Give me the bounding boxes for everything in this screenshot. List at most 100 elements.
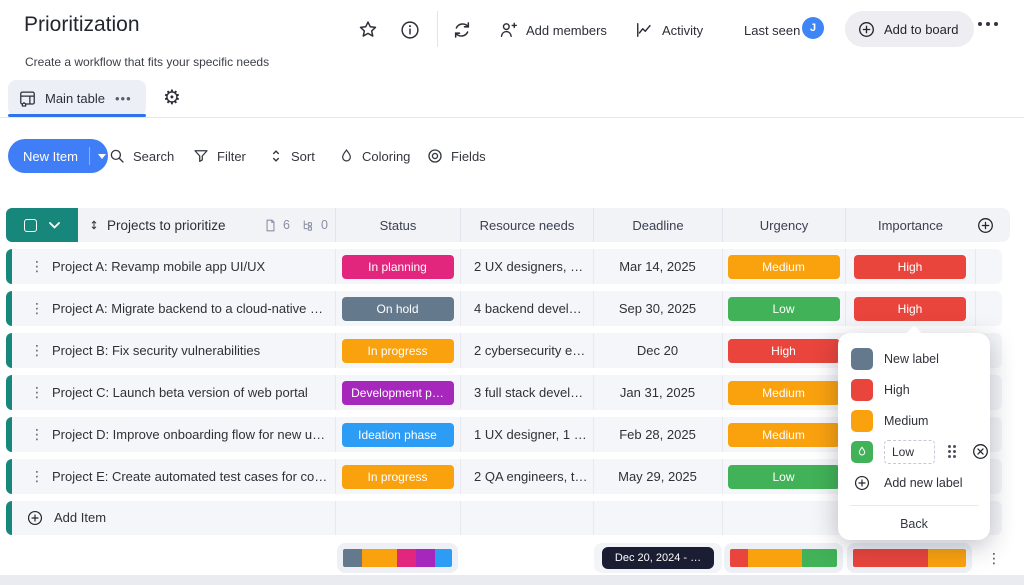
status-cell[interactable]: In progress xyxy=(335,459,460,494)
urgency-cell[interactable]: Low xyxy=(722,291,845,326)
select-all-checkbox[interactable] xyxy=(24,219,37,232)
column-header-resource-needs[interactable]: Resource needs xyxy=(460,208,593,242)
resource-needs-cell[interactable]: 2 cybersecurity e… xyxy=(460,333,593,368)
item-name[interactable]: Project A: Migrate backend to a cloud-na… xyxy=(52,291,328,326)
item-name[interactable]: Project E: Create automated test cases f… xyxy=(52,459,328,494)
urgency-cell[interactable]: Medium xyxy=(722,417,845,452)
importance-cell[interactable]: High xyxy=(845,291,975,326)
drag-handle-icon[interactable] xyxy=(948,445,956,458)
item-name[interactable]: Project C: Launch beta version of web po… xyxy=(52,375,328,410)
resource-needs-cell[interactable]: 2 UX designers, … xyxy=(460,249,593,284)
fields-button[interactable]: Fields xyxy=(426,139,486,173)
status-cell[interactable]: Ideation phase xyxy=(335,417,460,452)
status-cell-pill[interactable]: Ideation phase xyxy=(342,423,454,447)
sort-button[interactable]: Sort xyxy=(268,139,315,173)
resource-needs-cell[interactable]: 3 full stack devel… xyxy=(460,375,593,410)
remove-label-icon[interactable] xyxy=(971,442,990,461)
coloring-button[interactable]: Coloring xyxy=(338,139,410,173)
back-button[interactable]: Back xyxy=(838,517,990,531)
new-item-caret-icon[interactable] xyxy=(98,154,106,159)
user-avatar[interactable]: J xyxy=(802,17,824,39)
importance-cell[interactable]: High xyxy=(845,249,975,284)
urgency-cell[interactable]: Low xyxy=(722,459,845,494)
label-color-swatch[interactable] xyxy=(851,410,873,432)
status-cell[interactable]: On hold xyxy=(335,291,460,326)
status-cell-pill[interactable]: On hold xyxy=(342,297,454,321)
deadline-cell[interactable]: May 29, 2025 xyxy=(593,459,722,494)
label-editor-item[interactable]: Medium xyxy=(838,405,990,436)
status-cell-pill[interactable]: In progress xyxy=(342,339,454,363)
deadline-cell[interactable]: Jan 31, 2025 xyxy=(593,375,722,410)
label-color-swatch[interactable] xyxy=(851,348,873,370)
status-cell-pill[interactable]: Development p… xyxy=(342,381,454,405)
filter-button[interactable]: Filter xyxy=(192,139,246,173)
item-name[interactable]: Project D: Improve onboarding flow for n… xyxy=(52,417,328,452)
activity-button[interactable]: Activity xyxy=(634,17,703,43)
status-cell[interactable]: In planning xyxy=(335,249,460,284)
table-row[interactable]: ⋮Project A: Revamp mobile app UI/UX In pl… xyxy=(6,249,1002,284)
status-summary-card[interactable] xyxy=(337,543,458,573)
row-menu-icon[interactable]: ⋮ xyxy=(30,459,44,494)
status-cell[interactable]: In progress xyxy=(335,333,460,368)
row-menu-icon[interactable]: ⋮ xyxy=(30,291,44,326)
urgency-cell-pill[interactable]: Medium xyxy=(728,381,840,405)
table-row[interactable]: ⋮Project A: Migrate backend to a cloud-n… xyxy=(6,291,1002,326)
item-name[interactable]: Project A: Revamp mobile app UI/UX xyxy=(52,249,328,284)
deadline-cell[interactable]: Sep 30, 2025 xyxy=(593,291,722,326)
tab-options-icon[interactable]: ••• xyxy=(115,91,132,106)
header-more-menu-icon[interactable] xyxy=(978,22,998,26)
new-item-button[interactable]: New Item xyxy=(8,139,108,173)
urgency-cell-pill[interactable]: Medium xyxy=(728,255,840,279)
tab-main-table[interactable]: Main table ••• xyxy=(8,80,146,116)
plus-circle-icon[interactable] xyxy=(26,509,44,527)
item-name[interactable]: Project B: Fix security vulnerabilities xyxy=(52,333,328,368)
add-to-board-button[interactable]: Add to board xyxy=(845,11,974,47)
urgency-cell[interactable]: High xyxy=(722,333,845,368)
label-editor-item[interactable]: New label xyxy=(838,343,990,374)
add-new-label-button[interactable]: Add new label xyxy=(838,467,990,498)
label-name-input[interactable]: Low xyxy=(884,440,935,464)
importance-summary-card[interactable] xyxy=(847,543,972,573)
urgency-cell-pill[interactable]: High xyxy=(728,339,840,363)
add-column-button[interactable] xyxy=(976,216,995,235)
row-menu-icon[interactable]: ⋮ xyxy=(30,249,44,284)
column-header-status[interactable]: Status xyxy=(335,208,460,242)
group-select-pill[interactable] xyxy=(6,208,78,242)
deadline-cell[interactable]: Dec 20 xyxy=(593,333,722,368)
info-icon[interactable] xyxy=(397,17,423,43)
importance-cell-pill[interactable]: High xyxy=(854,255,966,279)
column-header-importance[interactable]: Importance xyxy=(845,208,975,242)
column-header-deadline[interactable]: Deadline xyxy=(593,208,722,242)
label-editor-item[interactable]: Low xyxy=(838,436,990,467)
status-cell-pill[interactable]: In planning xyxy=(342,255,454,279)
urgency-cell-pill[interactable]: Medium xyxy=(728,423,840,447)
status-cell-pill[interactable]: In progress xyxy=(342,465,454,489)
resource-needs-cell[interactable]: 4 backend devel… xyxy=(460,291,593,326)
search-button[interactable]: Search xyxy=(108,139,174,173)
urgency-cell[interactable]: Medium xyxy=(722,375,845,410)
resource-needs-cell[interactable]: 1 UX designer, 1 … xyxy=(460,417,593,452)
board-sync-icon[interactable] xyxy=(449,17,475,43)
urgency-cell-pill[interactable]: Low xyxy=(728,465,840,489)
urgency-summary-card[interactable] xyxy=(724,543,843,573)
importance-cell-pill[interactable]: High xyxy=(854,297,966,321)
add-item-label[interactable]: Add Item xyxy=(54,501,106,535)
resource-needs-cell[interactable]: 2 QA engineers, t… xyxy=(460,459,593,494)
add-members-button[interactable]: Add members xyxy=(498,17,607,43)
summary-menu-icon[interactable]: ⋮ xyxy=(986,543,1002,573)
deadline-cell[interactable]: Feb 28, 2025 xyxy=(593,417,722,452)
label-color-swatch[interactable] xyxy=(851,379,873,401)
label-editor-item[interactable]: High xyxy=(838,374,990,405)
row-menu-icon[interactable]: ⋮ xyxy=(30,333,44,368)
column-header-urgency[interactable]: Urgency xyxy=(722,208,845,242)
deadline-cell[interactable]: Mar 14, 2025 xyxy=(593,249,722,284)
row-menu-icon[interactable]: ⋮ xyxy=(30,375,44,410)
deadline-summary-card[interactable]: Dec 20, 2024 - … xyxy=(594,543,722,573)
row-menu-icon[interactable]: ⋮ xyxy=(30,417,44,452)
gear-icon[interactable]: ⚙ xyxy=(159,85,185,111)
urgency-cell[interactable]: Medium xyxy=(722,249,845,284)
status-cell[interactable]: Development p… xyxy=(335,375,460,410)
urgency-cell-pill[interactable]: Low xyxy=(728,297,840,321)
label-color-swatch[interactable] xyxy=(851,441,873,463)
favorite-star-icon[interactable] xyxy=(355,17,381,43)
